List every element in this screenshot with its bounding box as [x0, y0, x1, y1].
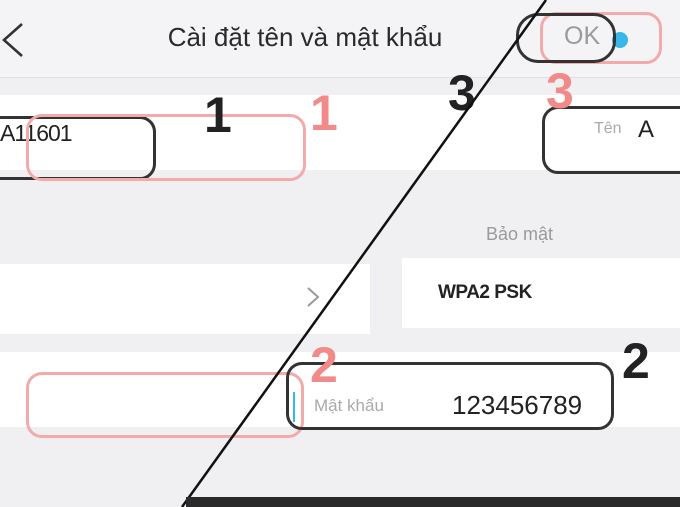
bottom-bar [186, 497, 680, 507]
diagonal-divider [180, 0, 548, 507]
